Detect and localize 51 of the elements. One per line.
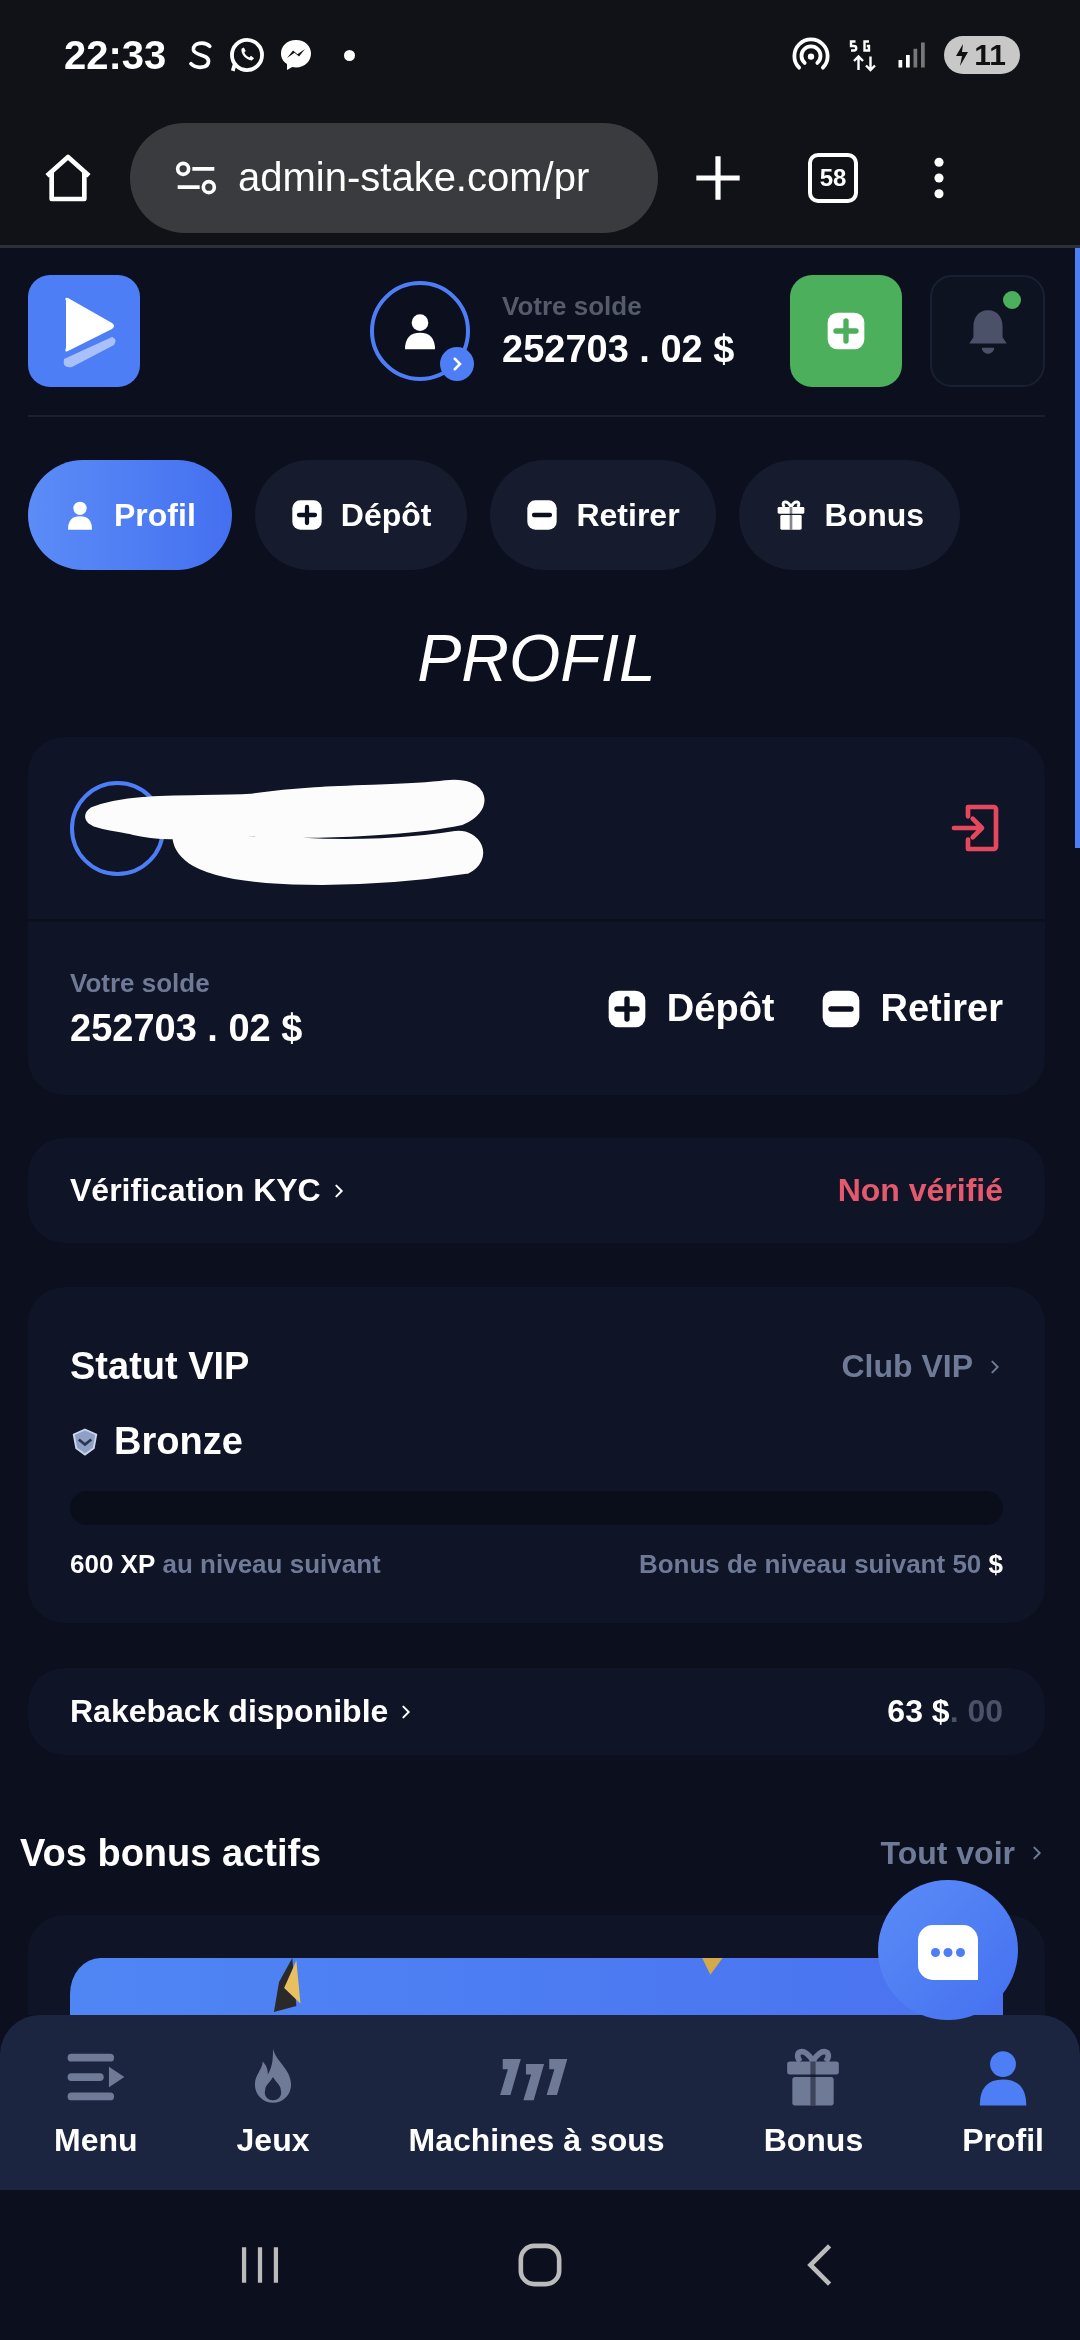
tab-count-button[interactable]: 58 — [808, 152, 858, 203]
balance-label: Votre solde — [502, 291, 643, 322]
kyc-label: Vérification KYC — [70, 1172, 321, 1209]
section-title: Statut VIP — [70, 1345, 250, 1388]
plus-icon — [826, 311, 866, 351]
rakeback-amount: 63 $. 00 — [887, 1693, 1003, 1730]
url-text: admin-stake.com/pr — [238, 155, 590, 200]
club-vip-link[interactable]: Club VIP — [841, 1348, 1003, 1385]
next-level-bonus: Bonus de niveau suivant 50 $ — [638, 1549, 1003, 1580]
tab[interactable]: Profil — [28, 460, 232, 570]
plus-icon — [606, 988, 647, 1029]
nav-item[interactable]: Bonus — [763, 2046, 864, 2159]
app-logo[interactable] — [28, 275, 140, 387]
deposit-button[interactable]: Dépôt — [606, 987, 775, 1030]
chat-bubble-icon — [228, 36, 267, 74]
network-5g-icon — [848, 37, 879, 73]
kyc-row[interactable]: Vérification KYC Non vérifié — [28, 1138, 1045, 1243]
bolt-icon — [954, 42, 971, 68]
page-title: PROFIL — [416, 620, 657, 697]
section-title: Vos bonus actifs — [20, 1831, 322, 1875]
nav-item[interactable]: Jeux — [236, 2046, 310, 2159]
balance-amount: 252703 . 02 $ — [502, 328, 736, 371]
notification-dot — [344, 49, 356, 61]
xp-remaining: 600 XP au niveau suivant — [70, 1549, 381, 1580]
balance-amount: 252703 . 02 $ — [70, 1006, 303, 1050]
signal-icon — [896, 40, 927, 70]
status-dot — [1003, 291, 1021, 309]
rakeback-label: Rakeback disponible — [70, 1693, 389, 1730]
clock-time: 22:33 — [64, 32, 167, 78]
nav-item[interactable]: Profil — [962, 2046, 1044, 2159]
nav-item[interactable]: Menu — [54, 2046, 138, 2159]
rakeback-row[interactable]: Rakeback disponible 63 $. 00 — [28, 1668, 1045, 1755]
see-all-link[interactable]: Tout voir — [880, 1834, 1045, 1872]
withdraw-button[interactable]: Retirer — [820, 987, 1003, 1030]
minus-icon — [526, 499, 559, 531]
notifications-button[interactable] — [930, 275, 1045, 387]
tab[interactable]: Retirer — [490, 460, 716, 570]
battery-level: 11 — [974, 38, 1006, 72]
shield-badge-icon — [70, 1426, 100, 1457]
address-bar[interactable]: admin-stake.com/pr — [130, 122, 658, 233]
nav-item[interactable]: Machines à sous — [408, 2046, 665, 2159]
tab[interactable]: Bonus — [738, 460, 961, 570]
balance-label: Votre solde — [70, 967, 211, 999]
home-button-icon[interactable] — [517, 2242, 563, 2288]
tab[interactable]: Dépôt — [254, 460, 468, 570]
chevron-badge-icon — [440, 347, 474, 381]
plus-icon — [290, 499, 323, 531]
deposit-button[interactable] — [790, 275, 902, 387]
tier-label: Bronze — [114, 1420, 243, 1463]
minus-icon — [820, 988, 861, 1029]
verification-status: Non vérifié — [837, 1172, 1003, 1209]
